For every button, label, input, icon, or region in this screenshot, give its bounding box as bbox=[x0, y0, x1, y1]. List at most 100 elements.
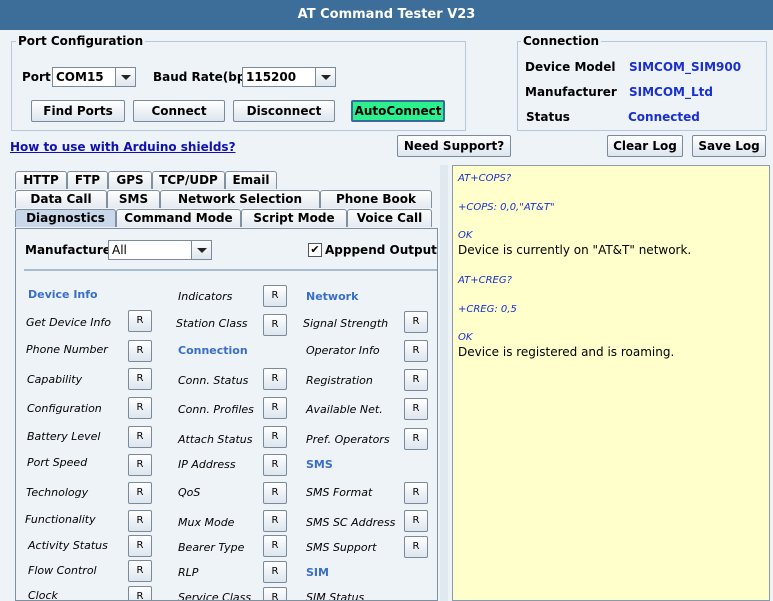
connection-header: Connection bbox=[178, 344, 248, 357]
conn-profiles-button[interactable]: R bbox=[263, 397, 287, 419]
diag-manufacturer-label: Manufacturer bbox=[25, 243, 117, 257]
registration-button[interactable]: R bbox=[404, 369, 428, 391]
connect-button[interactable]: Connect bbox=[133, 100, 225, 122]
log-line: +CREG: 0,5 bbox=[458, 304, 517, 315]
phone-number-button[interactable]: R bbox=[128, 340, 152, 362]
tab-ftp[interactable]: FTP bbox=[67, 171, 108, 189]
get-device-info-label: Get Device Info bbox=[26, 316, 112, 329]
sms-header: SMS bbox=[306, 458, 333, 471]
tab-tcp-udp[interactable]: TCP/UDP bbox=[152, 171, 225, 189]
qos-button[interactable]: R bbox=[263, 482, 287, 504]
rlp-button[interactable]: R bbox=[263, 561, 287, 583]
get-device-info-button[interactable]: R bbox=[128, 310, 152, 332]
tab-network-selection[interactable]: Network Selection bbox=[160, 190, 320, 208]
sms-sc-address-button[interactable]: R bbox=[404, 510, 428, 532]
pref-operators-button[interactable]: R bbox=[404, 428, 428, 450]
technology-button[interactable]: R bbox=[128, 482, 152, 504]
sms-format-label: SMS Format bbox=[306, 486, 373, 499]
available-net-label: Available Net. bbox=[306, 403, 383, 416]
diag-manufacturer-value: All bbox=[112, 243, 127, 257]
tab-voice-call[interactable]: Voice Call bbox=[347, 209, 432, 227]
port-speed-label: Port Speed bbox=[27, 456, 88, 469]
phone-number-label: Phone Number bbox=[26, 343, 108, 356]
log-line: Device is currently on "AT&T" network. bbox=[458, 243, 692, 257]
port-select[interactable]: COM15 bbox=[52, 67, 136, 87]
conn-profiles-label: Conn. Profiles bbox=[178, 403, 254, 416]
conn-status-button[interactable]: R bbox=[263, 368, 287, 390]
tab-command-mode[interactable]: Command Mode bbox=[116, 209, 241, 227]
append-output-checkbox[interactable]: ✔ bbox=[308, 243, 322, 257]
signal-strength-button[interactable]: R bbox=[404, 311, 428, 333]
manufacturer-label: Manufacturer bbox=[525, 85, 617, 99]
attach-status-button[interactable]: R bbox=[263, 426, 287, 448]
tab-email[interactable]: Email bbox=[225, 171, 277, 189]
indicators-label: Indicators bbox=[178, 290, 233, 303]
service-class-button[interactable]: R bbox=[263, 587, 287, 600]
tab-phone-book[interactable]: Phone Book bbox=[320, 190, 432, 208]
clock-label: Clock bbox=[28, 589, 58, 601]
autoconnect-button[interactable]: AutoConnect bbox=[351, 100, 445, 122]
need-support-button[interactable]: Need Support? bbox=[397, 135, 511, 157]
battery-level-label: Battery Level bbox=[27, 430, 101, 443]
available-net-button[interactable]: R bbox=[404, 398, 428, 420]
flow-control-button[interactable]: R bbox=[128, 560, 152, 582]
baud-rate-select[interactable]: 115200 bbox=[242, 67, 336, 87]
device-model-value: SIMCOM_SIM900 bbox=[629, 60, 742, 74]
sms-format-button[interactable]: R bbox=[404, 482, 428, 504]
sms-support-button[interactable]: R bbox=[404, 536, 428, 558]
ip-address-button[interactable]: R bbox=[263, 454, 287, 476]
configuration-button[interactable]: R bbox=[128, 397, 152, 419]
divider bbox=[24, 269, 437, 271]
rlp-label: RLP bbox=[178, 566, 199, 579]
device-info-header: Device Info bbox=[28, 288, 98, 301]
bearer-type-button[interactable]: R bbox=[263, 535, 287, 557]
battery-level-button[interactable]: R bbox=[128, 426, 152, 448]
tab-script-mode[interactable]: Script Mode bbox=[241, 209, 347, 227]
activity-status-button[interactable]: R bbox=[128, 535, 152, 557]
panel-scrollbar[interactable] bbox=[440, 165, 448, 601]
conn-status-label: Conn. Status bbox=[178, 374, 249, 387]
disconnect-button[interactable]: Disconnect bbox=[233, 100, 335, 122]
capability-label: Capability bbox=[27, 373, 83, 386]
flow-control-label: Flow Control bbox=[28, 564, 97, 577]
tab-http[interactable]: HTTP bbox=[15, 171, 67, 189]
log-line: OK bbox=[458, 332, 473, 343]
service-class-label: Service Class bbox=[178, 591, 252, 601]
sim-status-label: SIM Status bbox=[306, 591, 365, 601]
technology-label: Technology bbox=[26, 486, 89, 499]
port-configuration-title: Port Configuration bbox=[16, 34, 146, 48]
sms-support-label: SMS Support bbox=[306, 541, 377, 554]
qos-label: QoS bbox=[178, 486, 201, 499]
status-label: Status bbox=[526, 110, 570, 124]
log-line: Device is registered and is roaming. bbox=[458, 345, 675, 359]
diagnostics-panel: Manufacturer All ✔ Apppend Output Device… bbox=[15, 228, 438, 601]
tab-data-call[interactable]: Data Call bbox=[15, 190, 107, 208]
arduino-help-link[interactable]: How to use with Arduino shields? bbox=[10, 140, 236, 154]
sms-sc-address-label: SMS SC Address bbox=[306, 516, 396, 529]
network-header: Network bbox=[306, 290, 359, 303]
sim-header: SIM bbox=[306, 566, 329, 579]
log-line: AT+COPS? bbox=[458, 173, 512, 184]
functionality-button[interactable]: R bbox=[128, 510, 152, 532]
indicators-button[interactable]: R bbox=[263, 285, 287, 307]
baud-rate-value: 115200 bbox=[246, 70, 297, 84]
save-log-button[interactable]: Save Log bbox=[692, 135, 766, 157]
station-class-button[interactable]: R bbox=[263, 314, 287, 336]
find-ports-button[interactable]: Find Ports bbox=[31, 100, 125, 122]
tab-diagnostics[interactable]: Diagnostics bbox=[15, 209, 116, 227]
functionality-label: Functionality bbox=[25, 513, 96, 526]
tab-gps[interactable]: GPS bbox=[108, 171, 152, 189]
mux-mode-button[interactable]: R bbox=[263, 510, 287, 532]
chevron-down-icon bbox=[191, 241, 211, 259]
log-output[interactable]: AT+COPS? +COPS: 0,0,"AT&T" OK Device is … bbox=[452, 165, 770, 601]
port-speed-button[interactable]: R bbox=[128, 454, 152, 476]
clear-log-button[interactable]: Clear Log bbox=[607, 135, 683, 157]
clock-button[interactable]: R bbox=[128, 586, 152, 600]
tab-sms[interactable]: SMS bbox=[107, 190, 160, 208]
chevron-down-icon bbox=[315, 68, 335, 86]
connection-title: Connection bbox=[521, 34, 602, 48]
operator-info-button[interactable]: R bbox=[404, 340, 428, 362]
diag-manufacturer-select[interactable]: All bbox=[108, 240, 212, 260]
capability-button[interactable]: R bbox=[128, 368, 152, 390]
signal-strength-label: Signal Strength bbox=[303, 317, 389, 330]
